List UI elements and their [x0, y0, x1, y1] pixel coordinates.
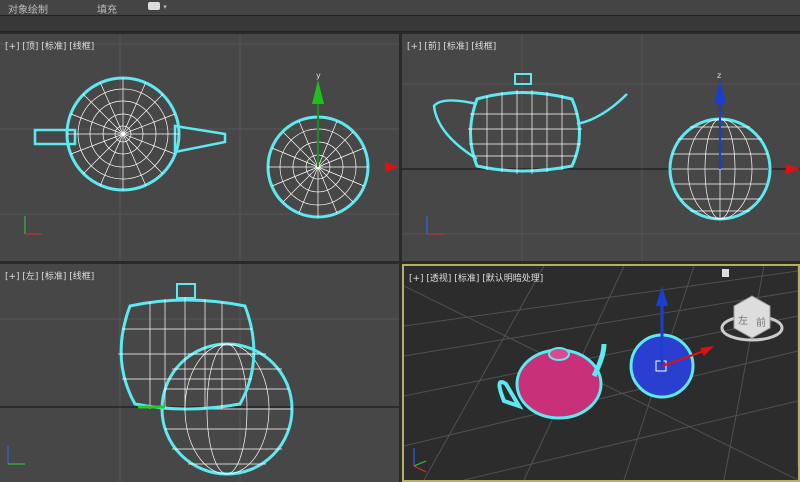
menu-populate[interactable]: 填充	[97, 1, 117, 16]
axis-y-label: y	[316, 71, 321, 80]
left-scene	[0, 264, 399, 482]
front-scene: z	[402, 34, 800, 261]
viewport-top[interactable]: [+] [顶] [标准] [线框] y	[0, 34, 399, 261]
menu-object-paint[interactable]: 对象绘制	[8, 1, 48, 16]
axis-tripod-icon	[413, 448, 427, 473]
axis-tripod-icon	[426, 216, 444, 235]
transform-gizmo	[312, 80, 399, 172]
teapot-wireframe-left	[118, 283, 258, 411]
teapot-wireframe-top	[33, 76, 227, 192]
perspective-scene: 左 前	[404, 266, 798, 480]
viewport-left[interactable]: [+] [左] [标准] [线框]	[0, 264, 399, 482]
top-scene: y	[0, 34, 399, 261]
display-dropdown-icon[interactable]: ▾	[148, 1, 167, 12]
viewcube-home-icon	[722, 269, 729, 277]
teapot-shaded	[497, 343, 607, 420]
axis-tripod-icon	[7, 446, 25, 465]
viewcube[interactable]: 左 前	[720, 295, 784, 342]
viewport-label[interactable]: [+] [顶] [标准] [线框]	[5, 39, 94, 52]
viewport-perspective[interactable]: [+] [透视] [标准] [默认明暗处理] 左 前	[402, 264, 800, 482]
viewport-front[interactable]: [+] [前] [标准] [线框] z	[402, 34, 800, 261]
viewport-label[interactable]: [+] [透视] [标准] [默认明暗处理]	[409, 271, 543, 284]
ribbon-panel	[0, 15, 800, 32]
viewcube-face-left[interactable]: 左	[738, 314, 748, 327]
axis-tripod-icon	[24, 216, 42, 235]
home-grid	[404, 266, 798, 480]
axis-z-label: z	[717, 71, 721, 80]
teapot-wireframe-front	[432, 73, 628, 174]
viewport-label[interactable]: [+] [前] [标准] [线框]	[407, 39, 496, 52]
menu-bar: 对象绘制 填充 ▾	[0, 0, 800, 16]
viewcube-face-front[interactable]: 前	[756, 316, 766, 329]
viewport-label[interactable]: [+] [左] [标准] [线框]	[5, 269, 94, 282]
